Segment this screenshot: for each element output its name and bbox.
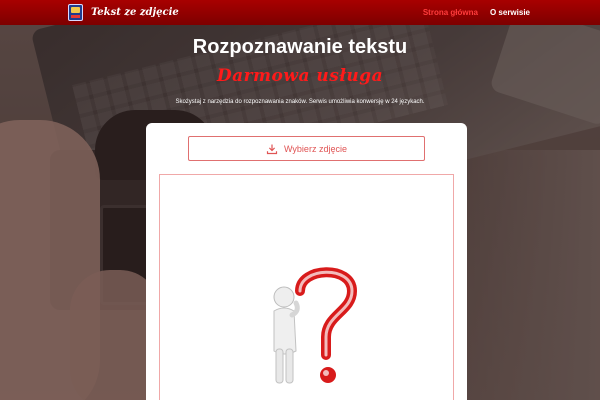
page-description: Skożystaj z narzędzia do rozpoznawania z… (175, 99, 425, 105)
upload-card: Wybierz zdjęcie (146, 123, 467, 400)
navbar: Tekst ze zdjęcie Strona główna O serwisi… (0, 0, 600, 25)
brand-name[interactable]: Tekst ze zdjęcie (91, 7, 179, 18)
nav-link-home[interactable]: Strona główna (423, 8, 478, 17)
nav-link-about[interactable]: O serwisie (490, 8, 530, 17)
download-icon (266, 144, 278, 154)
app-logo-icon[interactable] (68, 4, 83, 21)
choose-photo-button[interactable]: Wybierz zdjęcie (188, 136, 425, 161)
question-figure-illustration (273, 267, 358, 384)
page-title: Rozpoznawanie tekstu (192, 36, 408, 58)
image-preview[interactable] (159, 174, 454, 400)
page-subtitle: Darmowa usługa (216, 66, 384, 86)
hero: Rozpoznawanie tekstu Darmowa usługa Skoż… (0, 36, 600, 105)
choose-photo-label: Wybierz zdjęcie (284, 143, 347, 154)
nav-links: Strona główna O serwisie (423, 8, 530, 17)
